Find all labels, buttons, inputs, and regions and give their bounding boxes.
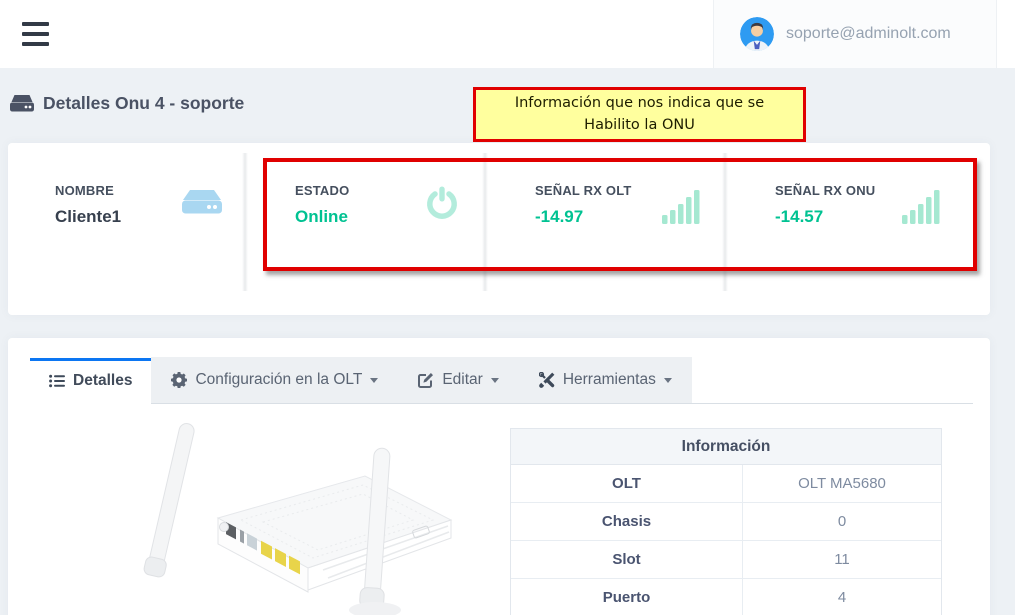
onu-router-icon xyxy=(10,95,34,113)
annotation-highlight-rectangle xyxy=(263,158,977,271)
row-label: OLT xyxy=(511,465,743,502)
user-avatar-icon xyxy=(740,17,774,51)
row-value: 0 xyxy=(743,503,941,540)
tab-group: Configuración en la OLT Editar xyxy=(151,357,691,403)
details-card: Detalles Configuración en la OLT xyxy=(8,338,990,615)
user-menu[interactable]: soporte@adminolt.com xyxy=(713,0,997,68)
tabs-bar: Detalles Configuración en la OLT xyxy=(30,358,973,404)
onu-product-image xyxy=(113,420,458,615)
row-value: 4 xyxy=(743,579,941,615)
row-value: 11 xyxy=(743,541,941,578)
nombre-value: Cliente1 xyxy=(55,207,121,227)
status-section-nombre: NOMBRE Cliente1 xyxy=(8,143,248,315)
row-label: Chasis xyxy=(511,503,743,540)
tab-herramientas-label: Herramientas xyxy=(563,371,656,389)
row-label: Slot xyxy=(511,541,743,578)
gear-icon xyxy=(171,372,187,388)
table-row-olt: OLT OLT MA5680 xyxy=(511,465,941,503)
edit-icon xyxy=(418,372,434,388)
page-title-row: Detalles Onu 4 - soporte xyxy=(10,93,244,114)
info-table: Información OLT OLT MA5680 Chasis 0 Slot… xyxy=(510,428,942,615)
table-row-chasis: Chasis 0 xyxy=(511,503,941,541)
tab-configuracion-olt[interactable]: Configuración en la OLT xyxy=(151,357,398,403)
chevron-down-icon xyxy=(664,378,672,383)
top-navbar: soporte@adminolt.com xyxy=(0,0,1015,68)
annotation-note-line2: Habilito la ONU xyxy=(584,115,695,137)
table-row-slot: Slot 11 xyxy=(511,541,941,579)
tab-detalles[interactable]: Detalles xyxy=(30,358,151,404)
info-table-header: Información xyxy=(511,429,941,465)
annotation-note: Información que nos indica que se Habili… xyxy=(473,87,806,142)
tab-editar[interactable]: Editar xyxy=(398,357,519,403)
router-device-icon xyxy=(182,185,222,225)
nombre-label: NOMBRE xyxy=(55,183,121,198)
row-label: Puerto xyxy=(511,579,743,615)
annotation-note-line1: Información que nos indica que se xyxy=(515,93,764,115)
menu-hamburger-icon[interactable] xyxy=(22,22,49,46)
tools-icon xyxy=(539,372,555,388)
user-email: soporte@adminolt.com xyxy=(786,25,951,43)
chevron-down-icon xyxy=(370,378,378,383)
tab-editar-label: Editar xyxy=(442,371,483,389)
tab-herramientas[interactable]: Herramientas xyxy=(519,357,692,403)
chevron-down-icon xyxy=(491,378,499,383)
row-value: OLT MA5680 xyxy=(743,465,941,502)
tab-configuracion-olt-label: Configuración en la OLT xyxy=(195,371,362,389)
table-row-puerto: Puerto 4 xyxy=(511,579,941,615)
page-title: Detalles Onu 4 - soporte xyxy=(43,93,244,114)
list-icon xyxy=(49,374,65,388)
tab-detalles-label: Detalles xyxy=(73,372,132,390)
